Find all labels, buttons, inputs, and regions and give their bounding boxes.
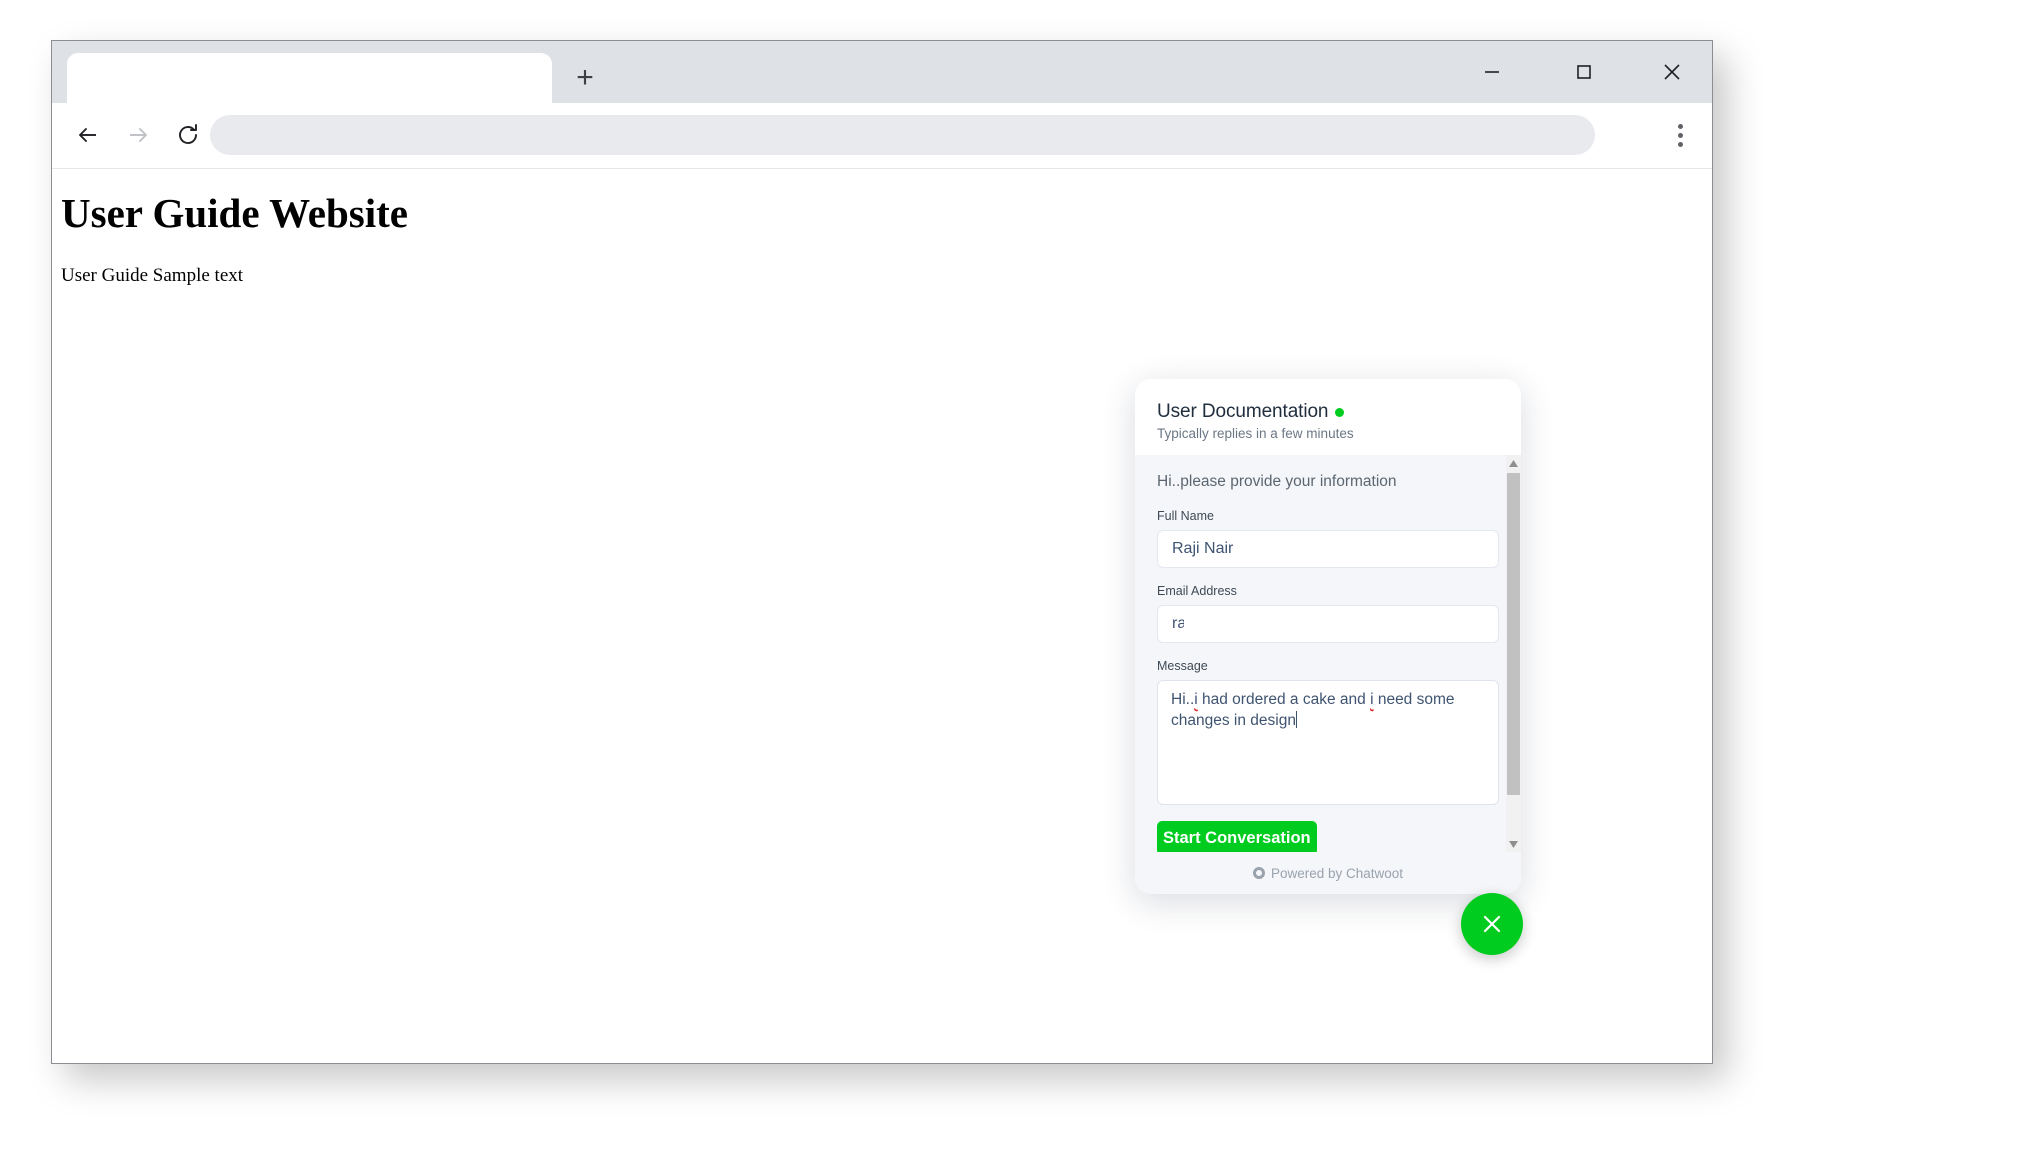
full-name-field-group: Full Name Raji Nair [1157,509,1499,568]
address-bar[interactable] [210,115,1595,155]
pre-chat-form: Hi..please provide your information Full… [1135,455,1521,805]
chat-widget: User Documentation Typically replies in … [1135,379,1521,894]
reload-icon [179,124,197,144]
scrollbar-thumb[interactable] [1507,473,1520,795]
three-dot-menu-icon [1677,141,1683,147]
widget-scrollbar[interactable] [1506,455,1521,852]
three-dot-menu-icon [1677,123,1683,129]
widget-scroll-area: Hi..please provide your information Full… [1135,455,1521,852]
browser-tab[interactable] [67,53,552,103]
powered-by-label: Powered by Chatwoot [1270,865,1404,881]
close-icon [1664,64,1680,80]
message-text-part2: had ordered a cake and [1197,691,1371,708]
widget-toggle-button[interactable] [1461,893,1523,955]
message-label: Message [1157,659,1208,673]
scrollbar-up-arrow[interactable] [1506,455,1521,471]
browser-toolbar [52,103,1712,169]
back-button[interactable] [66,113,110,157]
start-conversation-button[interactable]: Start Conversation [1157,821,1317,852]
widget-title: User Documentation [1157,401,1329,422]
form-intro-text: Hi..please provide your information [1157,473,1397,490]
full-name-label: Full Name [1157,509,1214,523]
maximize-icon [1577,65,1591,79]
widget-header: User Documentation Typically replies in … [1135,379,1521,455]
text-caret [1295,710,1297,728]
new-tab-button[interactable]: + [567,61,603,97]
full-name-input[interactable]: Raji Nair [1157,530,1499,568]
tab-strip: + [52,41,1712,103]
minimize-button[interactable] [1462,41,1522,103]
widget-subtitle: Typically replies in a few minutes [1157,426,1354,441]
widget-title-row: User Documentation [1157,401,1499,423]
back-arrow-icon [79,128,96,142]
minimize-icon [1485,71,1499,73]
forward-button[interactable] [116,113,160,157]
widget-footer[interactable]: Powered by Chatwoot [1135,852,1521,894]
page-title: User Guide Website [61,190,408,236]
email-input[interactable]: rahoo.com [1157,605,1499,643]
page-viewport: User Guide Website User Guide Sample tex… [52,169,1712,1063]
email-redaction-mask [1184,609,1298,639]
page-paragraph: User Guide Sample text [61,265,244,286]
triangle-up-icon [1509,459,1518,467]
maximize-button[interactable] [1554,41,1614,103]
email-field-group: Email Address rahoo.com [1157,584,1499,643]
message-textarea[interactable]: Hi..i had ordered a cake and i need some… [1157,680,1499,805]
triangle-down-icon [1509,840,1518,848]
chatwoot-logo-icon [1252,867,1265,879]
message-field-group: Message Hi..i had ordered a cake and i n… [1157,659,1499,805]
reload-button[interactable] [166,113,210,157]
browser-menu-button[interactable] [1662,115,1698,155]
browser-window: + User Guide Website User Guide Sample t… [51,40,1713,1064]
close-window-button[interactable] [1642,41,1702,103]
online-status-dot [1335,407,1345,417]
close-icon [1483,915,1501,933]
email-label: Email Address [1157,584,1237,598]
three-dot-menu-icon [1677,132,1683,138]
message-text-part1: Hi.. [1171,691,1195,708]
scrollbar-down-arrow[interactable] [1506,836,1521,852]
forward-arrow-icon [130,128,147,142]
